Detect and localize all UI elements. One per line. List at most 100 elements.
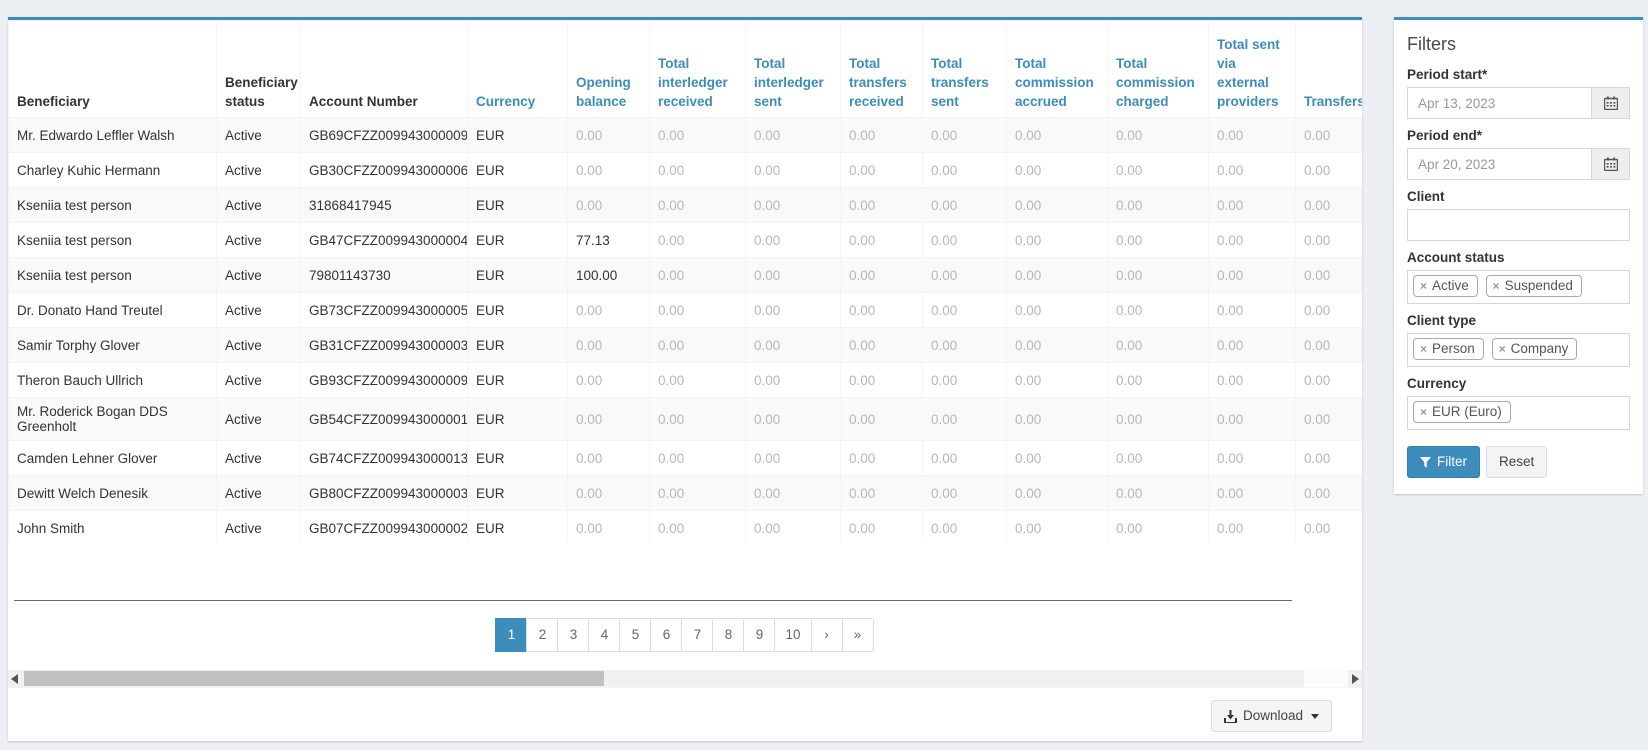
page-link[interactable]: › [811, 618, 843, 652]
page-link[interactable]: 9 [743, 618, 775, 652]
cell-interledger-sent: 0.00 [746, 441, 841, 476]
column-header[interactable]: Total sent via external providers [1209, 21, 1296, 118]
reset-button[interactable]: Reset [1486, 446, 1547, 478]
cell-received-internal: 0.00 [1296, 293, 1363, 328]
cell-commission-accrued: 0.00 [1007, 398, 1108, 441]
cell-beneficiary: Kseniia test person [9, 258, 217, 293]
cell-beneficiary: Dr. Donato Hand Treutel [9, 293, 217, 328]
table-row: John Smith Active GB07CFZZ00994300000275… [9, 511, 1363, 542]
cell-commission-accrued: 0.00 [1007, 223, 1108, 258]
column-header[interactable]: Total commission charged [1108, 21, 1209, 118]
cell-transfers-received: 0.00 [841, 363, 923, 398]
cell-sent-external-providers: 0.00 [1209, 511, 1296, 542]
cell-currency: EUR [468, 328, 568, 363]
scroll-left-arrow-icon[interactable] [11, 674, 18, 684]
page-link[interactable]: 10 [774, 618, 811, 652]
cell-opening-balance: 0.00 [568, 363, 650, 398]
cell-transfers-received: 0.00 [841, 476, 923, 511]
column-header[interactable]: Beneficiary [9, 21, 217, 118]
account-status-select[interactable]: ×Active ×Suspended [1407, 270, 1630, 304]
page-link[interactable]: 2 [526, 618, 558, 652]
cell-beneficiary: Camden Lehner Glover [9, 441, 217, 476]
cell-beneficiary: Dewitt Welch Denesik [9, 476, 217, 511]
cell-commission-accrued: 0.00 [1007, 328, 1108, 363]
cell-opening-balance: 0.00 [568, 328, 650, 363]
currency-label: Currency [1407, 376, 1630, 391]
cell-sent-external-providers: 0.00 [1209, 118, 1296, 153]
cell-commission-charged: 0.00 [1108, 511, 1209, 542]
column-header[interactable]: Transfers received via internal [1296, 21, 1363, 118]
page-item: 10 [775, 618, 811, 652]
cell-currency: EUR [468, 188, 568, 223]
cell-beneficiary-status: Active [217, 153, 301, 188]
column-header[interactable]: Total commission accrued [1007, 21, 1108, 118]
cell-sent-external-providers: 0.00 [1209, 188, 1296, 223]
client-type-select[interactable]: ×Person ×Company [1407, 333, 1630, 367]
period-end-label: Period end* [1407, 128, 1630, 143]
cell-account-number: GB74CFZZ00994300001300 [301, 441, 468, 476]
tag-label: Person [1432, 341, 1475, 356]
page-link[interactable]: » [842, 618, 874, 652]
remove-tag-icon[interactable]: × [1499, 342, 1506, 356]
cell-interledger-sent: 0.00 [746, 363, 841, 398]
page-item: 3 [558, 618, 589, 652]
cell-beneficiary-status: Active [217, 441, 301, 476]
remove-tag-icon[interactable]: × [1420, 405, 1427, 419]
page-link[interactable]: 6 [650, 618, 682, 652]
page-link[interactable]: 3 [557, 618, 589, 652]
tag-label: Suspended [1505, 278, 1573, 293]
column-header[interactable]: Currency [468, 21, 568, 118]
cell-transfers-received: 0.00 [841, 398, 923, 441]
cell-commission-accrued: 0.00 [1007, 153, 1108, 188]
remove-tag-icon[interactable]: × [1420, 342, 1427, 356]
column-header[interactable]: Account Number [301, 21, 468, 118]
page-item: 5 [620, 618, 651, 652]
page-link[interactable]: 1 [495, 618, 527, 652]
column-header[interactable]: Beneficiary status [217, 21, 301, 118]
remove-tag-icon[interactable]: × [1420, 279, 1427, 293]
cell-sent-external-providers: 0.00 [1209, 363, 1296, 398]
cell-transfers-received: 0.00 [841, 258, 923, 293]
period-start-input[interactable] [1407, 87, 1592, 119]
cell-transfers-received: 0.00 [841, 441, 923, 476]
client-input[interactable] [1407, 209, 1630, 241]
page-item: 7 [682, 618, 713, 652]
remove-tag-icon[interactable]: × [1493, 279, 1500, 293]
currency-select[interactable]: ×EUR (Euro) [1407, 396, 1630, 430]
column-header[interactable]: Total interledger sent [746, 21, 841, 118]
page-link[interactable]: 7 [681, 618, 713, 652]
cell-commission-charged: 0.00 [1108, 153, 1209, 188]
column-header[interactable]: Total interledger received [650, 21, 746, 118]
scrollbar-thumb[interactable] [24, 671, 604, 686]
cell-beneficiary: Kseniia test person [9, 223, 217, 258]
table-row: Kseniia test person Active GB47CFZZ00994… [9, 223, 1363, 258]
table-row: Charley Kuhic Hermann Active GB30CFZZ009… [9, 153, 1363, 188]
cell-commission-accrued: 0.00 [1007, 441, 1108, 476]
page-link[interactable]: 4 [588, 618, 620, 652]
divider [14, 600, 1292, 601]
filter-button[interactable]: Filter [1407, 446, 1480, 478]
cell-transfers-received: 0.00 [841, 223, 923, 258]
period-end-input[interactable] [1407, 148, 1592, 180]
period-start-calendar-button[interactable] [1592, 87, 1630, 119]
cell-commission-accrued: 0.00 [1007, 363, 1108, 398]
table-header: Beneficiary Beneficiary status Account N… [9, 21, 1363, 118]
horizontal-scrollbar[interactable] [8, 670, 1362, 687]
table-row: Dewitt Welch Denesik Active GB80CFZZ0099… [9, 476, 1363, 511]
cell-transfers-sent: 0.00 [923, 398, 1007, 441]
page-link[interactable]: 5 [619, 618, 651, 652]
beneficiaries-table: Beneficiary Beneficiary status Account N… [8, 20, 1362, 541]
scrollbar-track-end [1304, 670, 1348, 687]
download-button[interactable]: Download [1211, 700, 1332, 732]
cell-sent-external-providers: 0.00 [1209, 476, 1296, 511]
scroll-right-arrow-icon[interactable] [1352, 674, 1359, 684]
column-header[interactable]: Total transfers received [841, 21, 923, 118]
report-panel: Beneficiary Beneficiary status Account N… [8, 17, 1362, 741]
page-link[interactable]: 8 [712, 618, 744, 652]
column-header[interactable]: Total transfers sent [923, 21, 1007, 118]
client-type-label: Client type [1407, 313, 1630, 328]
column-header[interactable]: Opening balance [568, 21, 650, 118]
period-end-calendar-button[interactable] [1592, 148, 1630, 180]
cell-received-internal: 0.00 [1296, 398, 1363, 441]
table-scroll-area[interactable]: Beneficiary Beneficiary status Account N… [8, 20, 1362, 541]
